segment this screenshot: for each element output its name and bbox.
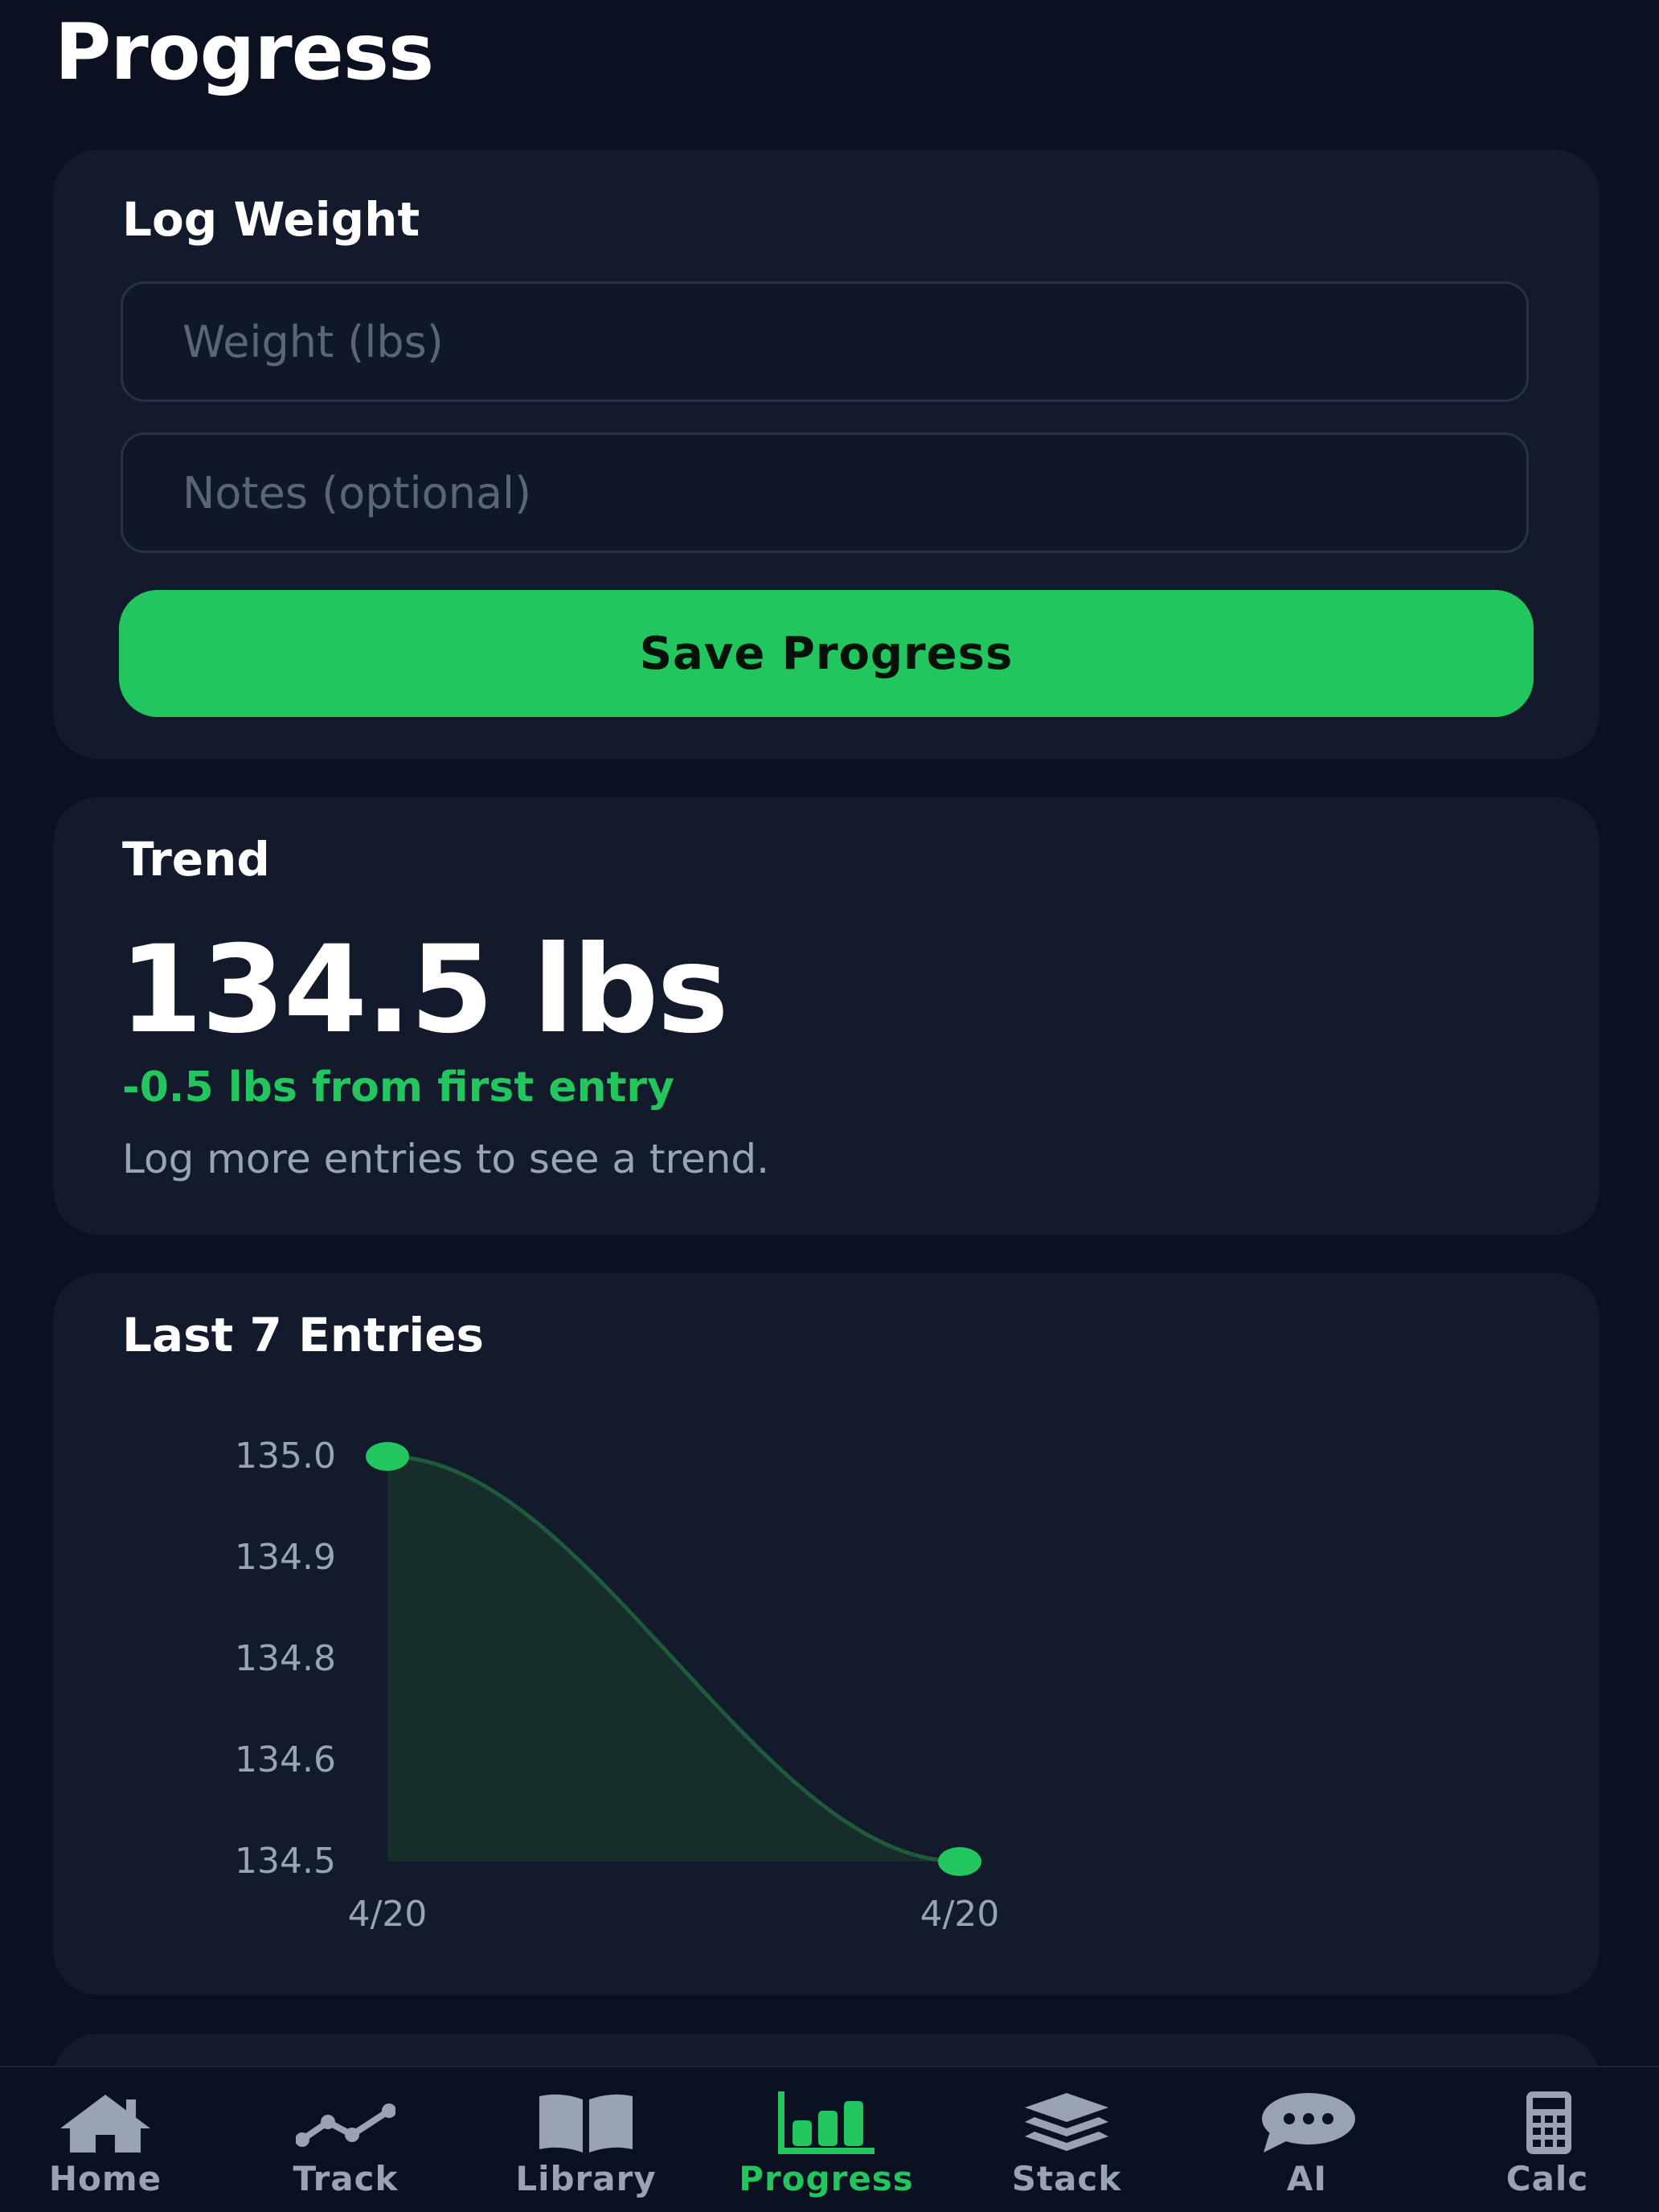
weight-chart: 135.0 134.9 134.8 134.6 134.5 4/20 4/20 bbox=[235, 1436, 1000, 1935]
trend-title: Trend bbox=[122, 832, 270, 887]
chat-bubble-icon bbox=[1262, 2093, 1355, 2153]
y-tick-label: 134.5 bbox=[235, 1841, 336, 1882]
trend-value: 134.5 lbs bbox=[119, 920, 729, 1060]
chart-data-point bbox=[366, 1442, 409, 1471]
x-tick-label: 4/20 bbox=[920, 1894, 1000, 1935]
entries-card: Last 7 Entries 135.0 134.9 134.8 134.6 134.5… bbox=[53, 1273, 1600, 1995]
calculator-icon bbox=[1526, 2091, 1571, 2154]
tab-label-home: Home bbox=[48, 2159, 162, 2198]
tab-label-calc: Calc bbox=[1505, 2159, 1589, 2198]
home-icon bbox=[60, 2095, 150, 2153]
tab-library[interactable]: Library bbox=[466, 2067, 706, 2212]
y-tick-label: 134.6 bbox=[235, 1739, 336, 1780]
tab-calc[interactable]: Calc bbox=[1428, 2067, 1659, 2212]
page-title: Progress bbox=[55, 7, 434, 97]
tab-label-progress: Progress bbox=[739, 2159, 914, 2198]
chart-data-point bbox=[938, 1847, 981, 1876]
y-tick-label: 134.8 bbox=[235, 1638, 336, 1679]
tab-label-library: Library bbox=[515, 2159, 657, 2198]
trend-line-icon bbox=[296, 2103, 395, 2147]
trend-note: Log more entries to see a trend. bbox=[122, 1136, 770, 1182]
y-tick-label: 134.9 bbox=[235, 1537, 336, 1578]
y-tick-label: 135.0 bbox=[235, 1436, 336, 1477]
tab-track[interactable]: Track bbox=[226, 2067, 465, 2212]
book-icon bbox=[539, 2094, 633, 2153]
tab-label-stack: Stack bbox=[1011, 2159, 1122, 2198]
tab-ai[interactable]: AI bbox=[1187, 2067, 1427, 2212]
tab-progress[interactable]: Progress bbox=[707, 2067, 946, 2212]
layers-icon bbox=[1025, 2093, 1108, 2151]
log-weight-title: Log Weight bbox=[122, 192, 420, 247]
bottom-tab-bar: Home Track Library Progress Stack AI Cal… bbox=[0, 2066, 1659, 2212]
trend-change: -0.5 lbs from first entry bbox=[122, 1063, 674, 1112]
trend-card: Trend 134.5 lbs -0.5 lbs from first entr… bbox=[53, 797, 1600, 1235]
weight-input[interactable] bbox=[181, 315, 1526, 368]
save-progress-button[interactable]: Save Progress bbox=[119, 590, 1534, 717]
tab-home[interactable]: Home bbox=[0, 2067, 225, 2212]
notes-input[interactable] bbox=[181, 466, 1526, 519]
notes-field[interactable] bbox=[121, 432, 1529, 553]
tab-label-track: Track bbox=[293, 2159, 399, 2198]
weight-field[interactable] bbox=[121, 281, 1529, 402]
x-tick-label: 4/20 bbox=[348, 1894, 428, 1935]
bar-chart-icon bbox=[778, 2091, 875, 2154]
tab-stack[interactable]: Stack bbox=[947, 2067, 1186, 2212]
tab-label-ai: AI bbox=[1286, 2159, 1328, 2198]
progress-screen: Progress Log Weight Save Progress Trend … bbox=[0, 0, 1659, 2212]
log-weight-card: Log Weight Save Progress bbox=[53, 150, 1600, 759]
